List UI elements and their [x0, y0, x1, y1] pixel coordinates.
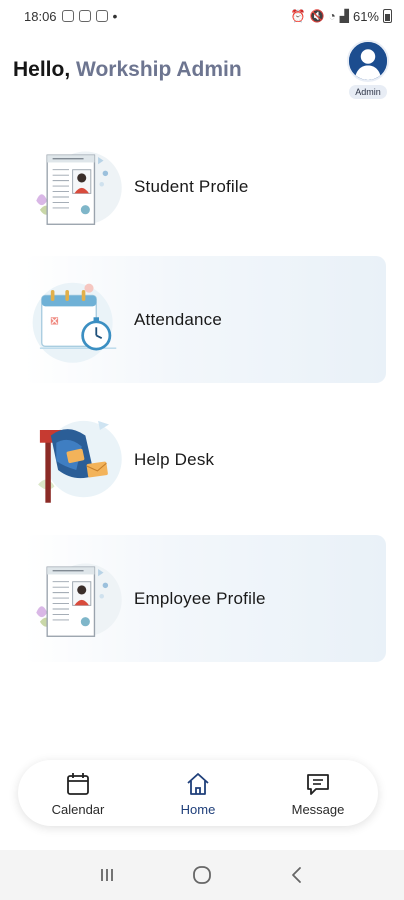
greeting: Hello, Workship Admin	[13, 58, 242, 82]
mute-icon: 🔇	[309, 9, 325, 23]
user-name: Workship Admin	[76, 58, 242, 81]
menu-item-help-desk[interactable]: Help Desk	[24, 396, 386, 523]
menu-item-label: Attendance	[134, 309, 223, 329]
back-chevron-icon	[291, 867, 301, 883]
wifi-icon: ◔	[328, 9, 336, 23]
status-left: 18:06 •	[24, 9, 117, 24]
notification-icon	[95, 10, 108, 22]
bottom-nav: Calendar Home Message	[18, 760, 378, 826]
home-system-button[interactable]	[182, 855, 222, 895]
menu-item-attendance[interactable]: Attendance	[24, 256, 386, 383]
recent-apps-button[interactable]	[87, 855, 127, 895]
notification-icon	[78, 10, 91, 22]
calendar-stopwatch-icon	[24, 265, 134, 375]
nav-item-calendar[interactable]: Calendar	[28, 770, 128, 817]
profile-button[interactable]: Admin	[344, 40, 392, 99]
menu-item-employee-profile[interactable]: Employee Profile	[24, 535, 386, 662]
profile-document-icon	[24, 544, 134, 654]
status-right: ⏰ 🔇 ◔ ▟ 61%	[291, 9, 392, 24]
nav-item-home[interactable]: Home	[148, 770, 248, 817]
avatar[interactable]	[347, 40, 389, 82]
system-nav-bar	[0, 850, 404, 900]
status-bar: 18:06 • ⏰ 🔇 ◔ ▟ 61%	[0, 0, 404, 32]
mailbox-icon	[24, 405, 134, 515]
home-circle-icon	[193, 866, 211, 884]
recent-apps-icon	[101, 869, 114, 881]
more-notifications-dot-icon: •	[112, 8, 118, 24]
battery-icon	[383, 9, 392, 23]
profile-document-icon	[24, 132, 134, 242]
alarm-icon: ⏰	[290, 9, 306, 23]
greeting-prefix: Hello,	[13, 58, 77, 81]
back-button[interactable]	[277, 855, 317, 895]
message-icon	[307, 773, 329, 795]
calendar-icon	[67, 772, 89, 795]
home-icon	[187, 772, 209, 795]
menu-item-label: Employee Profile	[134, 588, 266, 608]
role-badge: Admin	[349, 85, 387, 99]
nav-label: Message	[291, 801, 345, 817]
menu-item-label: Help Desk	[134, 449, 215, 469]
nav-item-message[interactable]: Message	[268, 770, 368, 817]
header: Hello, Workship Admin Admin	[13, 40, 392, 112]
status-time: 18:06	[24, 8, 57, 24]
signal-icon: ▟	[339, 9, 349, 23]
user-avatar-icon	[349, 42, 387, 80]
nav-label: Home	[180, 801, 216, 817]
notification-icon	[61, 10, 74, 22]
menu-item-label: Student Profile	[134, 176, 249, 196]
nav-label: Calendar	[51, 801, 105, 817]
menu-item-student-profile[interactable]: Student Profile	[24, 123, 386, 250]
battery-percent: 61%	[352, 8, 379, 24]
